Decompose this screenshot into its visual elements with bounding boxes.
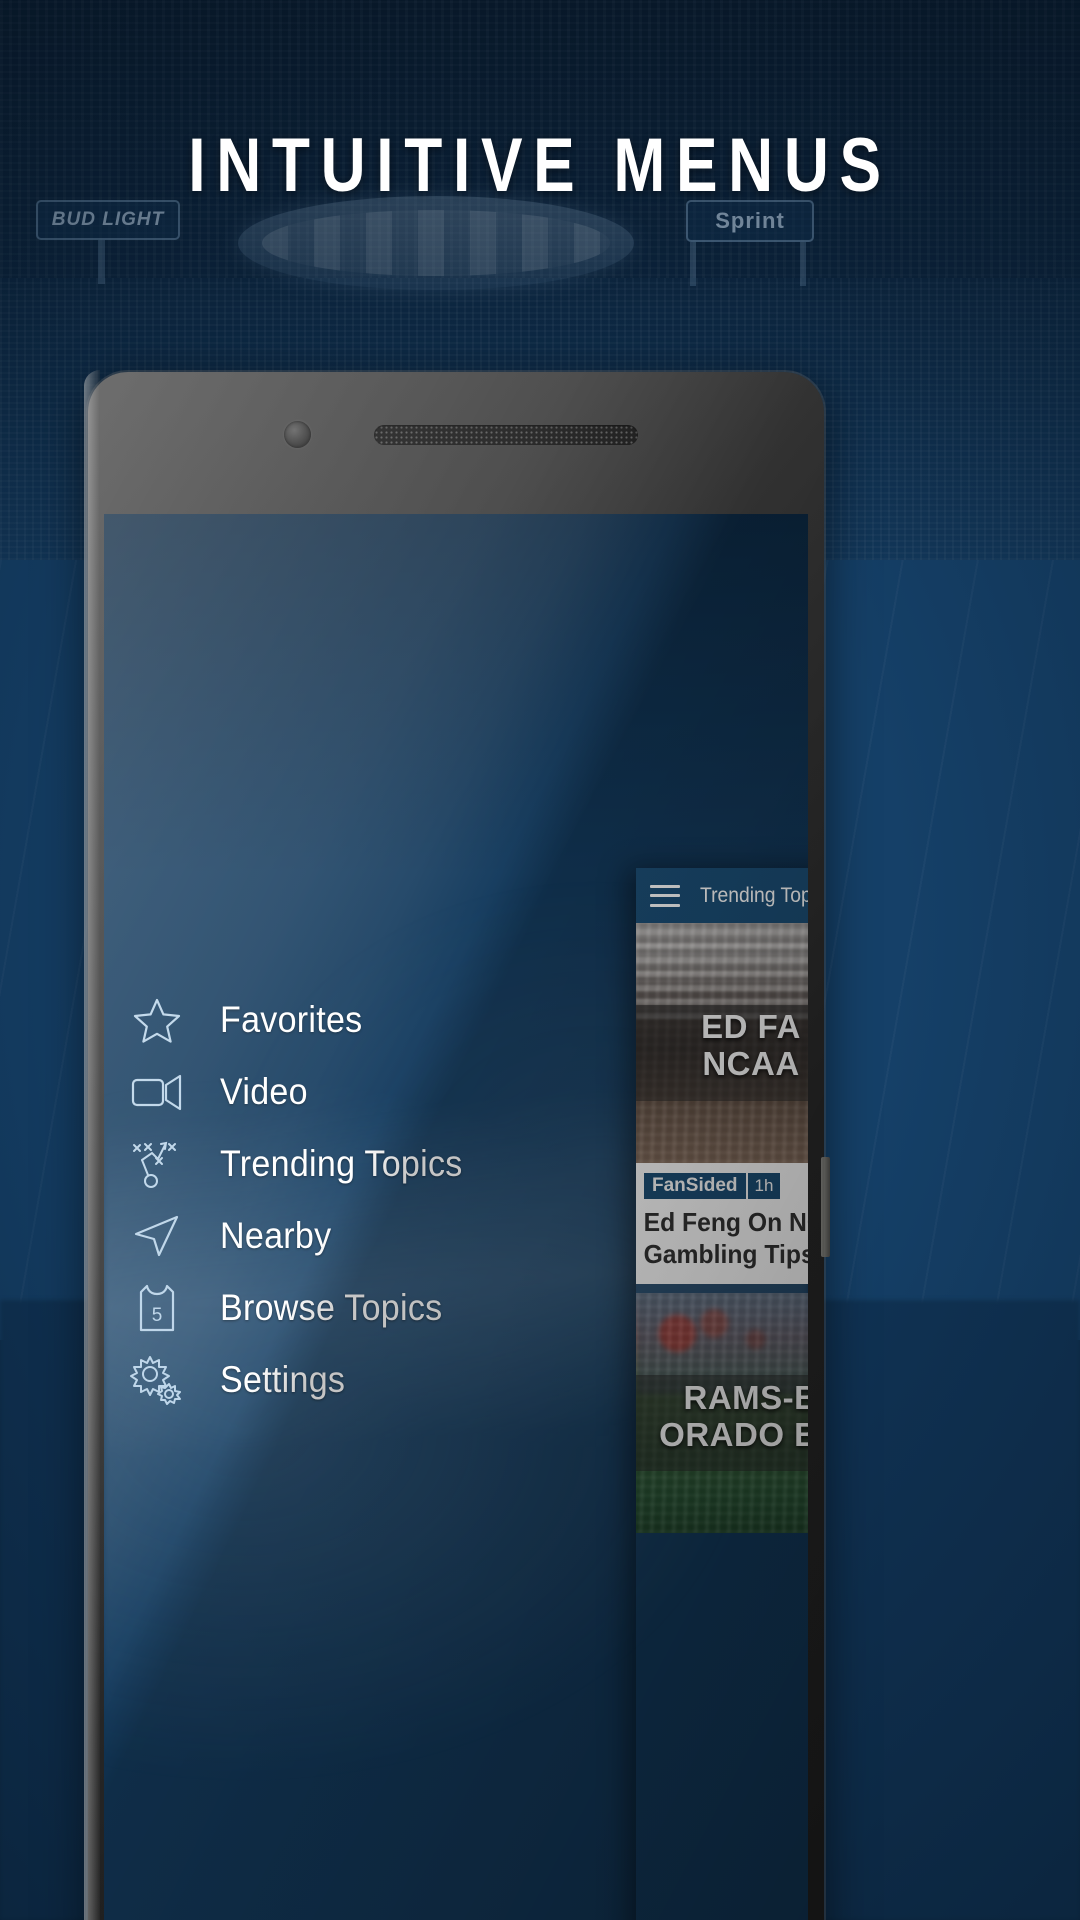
phone-mockup: Favorites Video	[84, 370, 830, 1920]
promo-stage: BUD LIGHT Sprint INTUITIVE MENUS	[0, 0, 1080, 1920]
power-button[interactable]	[821, 1157, 830, 1257]
page-title: INTUITIVE MENUS	[188, 123, 892, 208]
screen-glare	[104, 514, 808, 1920]
earpiece-speaker	[374, 425, 638, 445]
front-camera-icon	[284, 421, 311, 448]
phone-left-edge	[84, 370, 100, 1920]
phone-screen: Favorites Video	[104, 514, 808, 1920]
